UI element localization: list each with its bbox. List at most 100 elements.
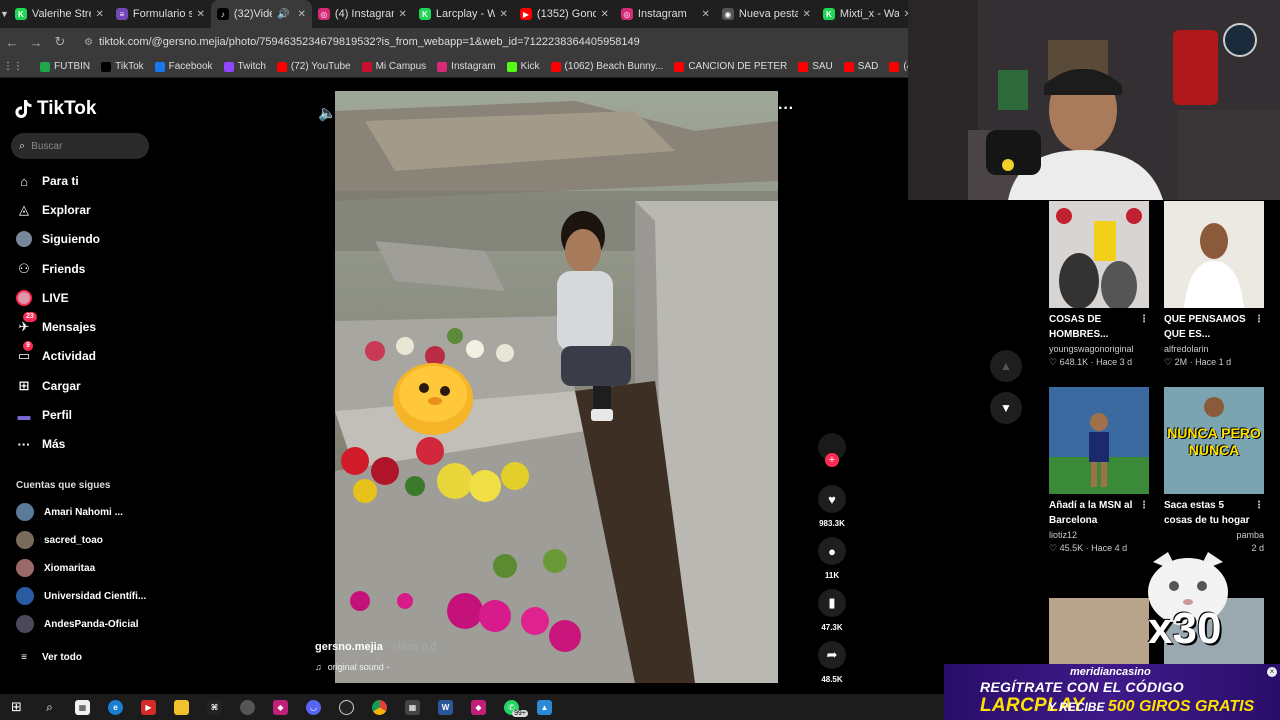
video-card[interactable]: QUE PENSAMOS QUE ES... ⋮ alfredolarin ♡ 2M … <box>1164 201 1264 368</box>
more-options-icon[interactable]: ··· <box>778 100 794 118</box>
comment-button[interactable]: ● 11K <box>817 537 847 580</box>
bookmark-item[interactable]: Facebook <box>154 61 213 72</box>
taskbar-chrome[interactable] <box>363 694 396 720</box>
search-input[interactable]: ⌕ Buscar <box>11 133 149 159</box>
sidebar-item[interactable]: ▭ 9 Actividad <box>16 341 96 366</box>
bookmark-item[interactable]: SAU <box>798 61 833 72</box>
tab-close-icon[interactable]: ✕ <box>803 9 811 20</box>
taskbar-whatsapp[interactable]: ✆ 99+ <box>495 694 528 720</box>
browser-tab[interactable]: ◎ (4) Instagram ✕ <box>312 0 413 28</box>
tab-close-icon[interactable]: ✕ <box>298 9 306 20</box>
more-options-icon[interactable]: ⋮ <box>1254 312 1264 327</box>
bookmark-item[interactable]: CANCION DE PETER <box>674 61 787 72</box>
taskbar-app-pink[interactable]: ◆ <box>264 694 297 720</box>
video-thumbnail[interactable] <box>1049 598 1149 664</box>
taskbar-app-red[interactable]: ▶ <box>132 694 165 720</box>
taskbar-capcut[interactable]: ⌘ <box>198 694 231 720</box>
start-button[interactable]: ⊞ <box>0 694 33 720</box>
ad-close-icon[interactable]: × <box>1267 667 1277 677</box>
sidebar-item[interactable]: ✈ 23 Mensajes <box>16 312 96 337</box>
post-sound[interactable]: ♫ original sound - <box>315 662 389 672</box>
reload-icon[interactable]: ↻ <box>48 34 72 50</box>
taskbar-explorer[interactable] <box>165 694 198 720</box>
sidebar-item[interactable]: ▬ Perfil <box>16 405 73 425</box>
browser-tab[interactable]: ▶ (1352) Gondwa ✕ <box>514 0 615 28</box>
tab-close-icon[interactable]: ✕ <box>197 9 205 20</box>
taskbar-discord[interactable]: ◡ <box>297 694 330 720</box>
volume-icon[interactable]: 🔈 <box>318 104 337 122</box>
like-button[interactable]: ♥ 983.3K <box>817 485 847 528</box>
following-account[interactable]: Xiomaritaa <box>16 559 95 577</box>
save-button[interactable]: ▮ 47.3K <box>817 589 847 632</box>
browser-tab[interactable]: KMixti_x - Watc✕ <box>817 0 908 28</box>
bookmark-item[interactable]: Twitch <box>223 61 266 72</box>
bookmark-item[interactable]: Instagram <box>437 61 496 72</box>
video-card[interactable]: NUNCA PERO NUNCA Saca estas 5 cosas de tu… <box>1164 387 1264 553</box>
browser-tab[interactable]: ◎ Instagram ✕ <box>615 0 716 28</box>
sidebar-item[interactable]: LIVE <box>16 288 69 308</box>
apps-grid-icon[interactable]: ⋮⋮ <box>0 61 26 72</box>
video-card[interactable]: Añadí a la MSN al Barcelona ⋮ liotiz12 ♡ 45… <box>1049 387 1149 554</box>
taskbar-app-pink2[interactable]: ◆ <box>462 694 495 720</box>
bookmark-item[interactable]: (463) James Arthur -... <box>889 61 908 72</box>
next-video-button[interactable]: ▼ <box>990 392 1022 424</box>
taskbar-photos[interactable]: ▲ <box>528 694 561 720</box>
following-account[interactable]: AndesPanda-Oficial <box>16 615 138 633</box>
video-title[interactable]: QUE PENSAMOS QUE ES... ⋮ <box>1164 312 1264 342</box>
browser-tab[interactable]: ≡ Formulario sin ✕ <box>110 0 211 28</box>
taskbar-calculator[interactable]: ▦ <box>396 694 429 720</box>
video-thumbnail[interactable]: NUNCA PERO NUNCA <box>1164 387 1264 494</box>
tab-close-icon[interactable]: ✕ <box>399 9 407 20</box>
video-author[interactable]: youngswagonoriginal <box>1049 344 1149 354</box>
tab-audio-icon[interactable]: 🔊 <box>277 9 289 20</box>
sidebar-item[interactable]: Siguiendo <box>16 229 100 249</box>
browser-tab[interactable]: ◉ Nueva pestaña ✕ <box>716 0 817 28</box>
video-author[interactable]: liotiz12 <box>1049 530 1149 540</box>
site-info-icon[interactable]: ⚙ <box>84 37 93 48</box>
video-thumbnail[interactable] <box>1049 201 1149 308</box>
sidebar-item[interactable]: ⊞ Cargar <box>16 376 81 396</box>
share-button[interactable]: ➦ 48.5K <box>817 641 847 684</box>
video-title[interactable]: COSAS DE HOMBRES... ⋮ <box>1049 312 1149 342</box>
previous-video-button[interactable]: ▲ <box>990 350 1022 382</box>
bookmark-item[interactable]: TikTok <box>101 61 144 72</box>
post-image[interactable] <box>335 91 778 683</box>
forward-arrow-icon[interactable]: → <box>24 35 48 50</box>
bookmark-item[interactable]: FUTBIN <box>40 61 90 72</box>
taskbar-app[interactable] <box>231 694 264 720</box>
bookmark-item[interactable]: Kick <box>506 61 540 72</box>
video-title[interactable]: Saca estas 5 cosas de tu hogar 🛑 ... ⋮ <box>1164 498 1264 528</box>
following-account[interactable]: Universidad Científi... <box>16 587 146 605</box>
follow-plus-icon[interactable]: + <box>825 453 839 467</box>
video-author[interactable]: alfredolarin <box>1164 344 1264 354</box>
casino-ad-banner[interactable]: meridiancasino REGÍTRATE CON EL CÓDIGO L… <box>944 664 1280 720</box>
video-thumbnail[interactable] <box>1164 201 1264 308</box>
tab-search-chevron-icon[interactable]: ▼ <box>0 0 9 28</box>
tiktok-logo[interactable]: TikTok <box>15 98 96 120</box>
more-options-icon[interactable]: ⋮ <box>1254 498 1264 513</box>
bookmark-item[interactable]: (72) YouTube <box>276 61 351 72</box>
see-all-link[interactable]: ≡ Ver todo <box>16 647 82 667</box>
browser-tab[interactable]: K Valerihe Stream ✕ <box>9 0 110 28</box>
video-card[interactable]: COSAS DE HOMBRES... ⋮ youngswagonoriginal ♡… <box>1049 201 1149 368</box>
tab-close-icon[interactable]: ✕ <box>500 9 508 20</box>
tab-close-icon[interactable]: ✕ <box>702 9 710 20</box>
taskbar-store[interactable]: ▦ <box>66 694 99 720</box>
video-title[interactable]: Añadí a la MSN al Barcelona ⋮ <box>1049 498 1149 528</box>
more-options-icon[interactable]: ⋮ <box>1139 498 1149 513</box>
taskbar-search[interactable]: ⌕ <box>33 694 66 720</box>
url-field[interactable]: ⚙ tiktok.com/@gersno.mejia/photo/7594635… <box>80 31 908 53</box>
tab-close-icon[interactable]: ✕ <box>601 9 609 20</box>
browser-tab[interactable]: K Larcplay - Wat ✕ <box>413 0 514 28</box>
post-author[interactable]: gersno.mejia · Hace 6 d <box>315 641 437 653</box>
video-thumbnail[interactable] <box>1049 387 1149 494</box>
bookmark-item[interactable]: (1062) Beach Bunny... <box>550 61 663 72</box>
sidebar-item[interactable]: ⚇ Friends <box>16 259 85 279</box>
bookmark-item[interactable]: Mi Campus <box>361 61 426 72</box>
video-author[interactable]: pamba <box>1164 530 1264 540</box>
following-account[interactable]: sacred_toao <box>16 531 103 549</box>
author-username[interactable]: gersno.mejia <box>315 641 383 653</box>
browser-tab[interactable]: ♪ (32)Video 🔊 ✕ <box>210 0 312 28</box>
author-avatar-follow[interactable]: + <box>817 433 847 467</box>
tab-close-icon[interactable]: ✕ <box>96 9 104 20</box>
